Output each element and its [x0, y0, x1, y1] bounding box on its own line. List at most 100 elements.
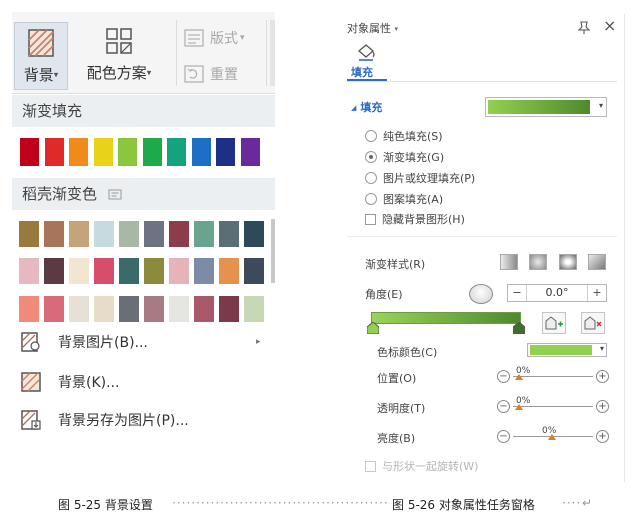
- shell-swatch[interactable]: [94, 221, 114, 247]
- gradient-swatch[interactable]: [44, 138, 64, 166]
- rotate-with-shape-checkbox[interactable]: 与形状一起旋转(W): [365, 458, 478, 474]
- style-linear-button[interactable]: [500, 254, 518, 270]
- layout-icon: [184, 29, 204, 47]
- tab-divider: [347, 81, 617, 82]
- gradient-swatch[interactable]: [240, 138, 260, 166]
- angle-label: 角度(E): [365, 288, 403, 301]
- shell-swatch[interactable]: [169, 296, 189, 322]
- layout-button[interactable]: 版式 ▾: [184, 28, 245, 48]
- add-stop-button[interactable]: [542, 312, 566, 334]
- shell-swatch[interactable]: [119, 296, 139, 322]
- shell-swatch[interactable]: [244, 258, 264, 284]
- shell-swatch[interactable]: [194, 296, 214, 322]
- slider-thumb[interactable]: [515, 404, 523, 410]
- angle-decrement-button[interactable]: −: [508, 285, 526, 301]
- stop-color-dropdown[interactable]: ▾: [527, 343, 607, 357]
- shell-swatch[interactable]: [94, 296, 114, 322]
- shell-swatch[interactable]: [69, 258, 89, 284]
- style-path-button[interactable]: [588, 254, 606, 270]
- color-scheme-button[interactable]: 配色方案▾: [76, 26, 162, 90]
- shell-swatch[interactable]: [244, 296, 264, 322]
- gradient-swatch[interactable]: [167, 138, 186, 166]
- add-stop-icon: [545, 316, 563, 330]
- plus-button[interactable]: +: [596, 430, 609, 443]
- plus-button[interactable]: +: [596, 370, 609, 383]
- gradient-stop-left[interactable]: [367, 322, 379, 334]
- style-radial-button[interactable]: [529, 254, 547, 270]
- shell-swatch[interactable]: [19, 221, 39, 247]
- angle-value[interactable]: 0.0°: [526, 285, 588, 301]
- rotate-with-shape-label: 与形状一起旋转(W): [382, 460, 479, 473]
- fill-section-header[interactable]: ◢ 填充: [351, 99, 382, 115]
- pane-title[interactable]: 对象属性 ▾: [347, 20, 398, 36]
- shell-swatch[interactable]: [144, 221, 164, 247]
- shell-swatch[interactable]: [44, 221, 64, 247]
- background-button[interactable]: 背景▾: [14, 22, 68, 90]
- shell-swatch[interactable]: [69, 221, 89, 247]
- shell-swatch[interactable]: [144, 258, 164, 284]
- angle-knob[interactable]: [469, 284, 493, 304]
- shell-swatch[interactable]: [94, 258, 114, 284]
- gradient-bar[interactable]: [371, 312, 521, 324]
- transparency-slider[interactable]: − 0% +: [497, 396, 609, 414]
- delete-stop-button[interactable]: [581, 312, 605, 334]
- gradient-style-label: 渐变样式(R): [365, 258, 426, 271]
- style-rect-button[interactable]: [559, 254, 577, 270]
- gradient-swatch[interactable]: [142, 138, 162, 166]
- shell-swatch[interactable]: [194, 258, 214, 284]
- fill-bucket-icon[interactable]: [355, 42, 377, 62]
- shell-swatch[interactable]: [144, 296, 164, 322]
- slider-track: [513, 376, 593, 377]
- shell-swatch[interactable]: [169, 258, 189, 284]
- menu-item-bg-image[interactable]: 背景图片(B)...: [20, 330, 148, 354]
- gradient-stop-right[interactable]: [513, 322, 525, 334]
- shell-swatch[interactable]: [19, 296, 39, 322]
- shell-swatch[interactable]: [219, 296, 239, 322]
- background-dropdown-panel: 背景▾ 配色方案▾ 版式 ▾ 重置 渐变填充 稻壳渐变色 背景图片(B)... …: [12, 12, 275, 447]
- shell-swatch[interactable]: [19, 258, 39, 284]
- position-slider[interactable]: − 0% +: [497, 366, 609, 384]
- gradient-swatch[interactable]: [69, 138, 88, 166]
- angle-spinner[interactable]: − 0.0° +: [507, 284, 607, 302]
- pin-icon[interactable]: [577, 21, 591, 35]
- menu-item-save-as-image[interactable]: 背景另存为图片(P)...: [20, 408, 189, 432]
- tab-fill[interactable]: 填充: [351, 64, 373, 80]
- ribbon-divider: [176, 20, 177, 86]
- radio-pattern-fill[interactable]: 图案填充(A): [365, 191, 443, 207]
- shell-swatch[interactable]: [244, 221, 264, 247]
- minus-button[interactable]: −: [497, 370, 510, 383]
- transparency-label: 透明度(T): [377, 402, 426, 415]
- minus-button[interactable]: −: [497, 430, 510, 443]
- radio-gradient-fill[interactable]: 渐变填充(G): [365, 149, 444, 165]
- gradient-swatch[interactable]: [191, 138, 211, 166]
- radio-picture-fill[interactable]: 图片或纹理填充(P): [365, 170, 475, 186]
- plus-button[interactable]: +: [596, 400, 609, 413]
- close-icon[interactable]: ×: [603, 18, 616, 34]
- shell-swatch[interactable]: [219, 221, 239, 247]
- shell-swatch[interactable]: [69, 296, 89, 322]
- slider-thumb[interactable]: [548, 434, 556, 440]
- scrollbar-thumb[interactable]: [271, 219, 275, 283]
- shell-swatch[interactable]: [194, 221, 214, 247]
- slider-thumb[interactable]: [515, 374, 523, 380]
- hide-bg-checkbox[interactable]: 隐藏背景图形(H): [365, 211, 465, 227]
- shell-swatch[interactable]: [44, 258, 64, 284]
- gradient-swatch[interactable]: [216, 138, 235, 166]
- fill-gradient-dropdown[interactable]: ▾: [485, 97, 607, 117]
- shell-swatch[interactable]: [119, 221, 139, 247]
- reset-button[interactable]: 重置: [184, 64, 238, 84]
- gradient-fill-header: 渐变填充: [12, 95, 275, 127]
- shell-gradient-header: 稻壳渐变色: [12, 178, 275, 210]
- brightness-slider[interactable]: − 0% +: [497, 426, 609, 444]
- shell-swatch[interactable]: [169, 221, 189, 247]
- shell-swatch[interactable]: [119, 258, 139, 284]
- radio-solid-fill[interactable]: 纯色填充(S): [365, 128, 443, 144]
- shell-swatch[interactable]: [219, 258, 239, 284]
- shell-swatch[interactable]: [44, 296, 64, 322]
- gradient-swatch[interactable]: [20, 138, 39, 166]
- gradient-swatch[interactable]: [118, 138, 137, 166]
- menu-item-bg[interactable]: 背景(K)...: [20, 370, 119, 394]
- gradient-swatch[interactable]: [93, 138, 113, 166]
- minus-button[interactable]: −: [497, 400, 510, 413]
- angle-increment-button[interactable]: +: [588, 285, 606, 301]
